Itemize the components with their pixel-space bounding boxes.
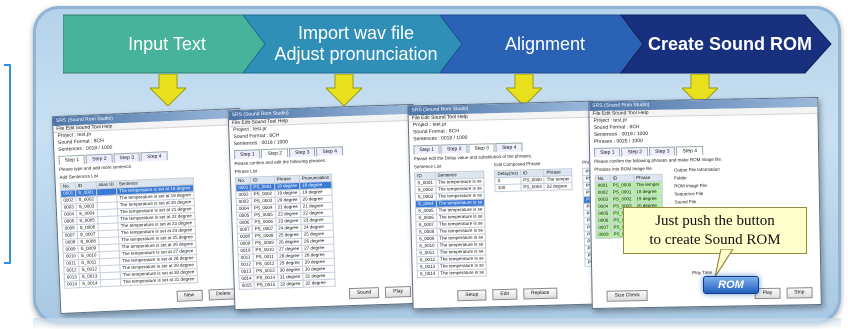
- table-cell: S_0001: [414, 179, 436, 187]
- table-cell: PS_0015: [254, 281, 278, 289]
- setup-button[interactable]: Setup: [457, 289, 487, 302]
- tab-step4[interactable]: Step 4: [495, 142, 523, 153]
- tab-step4[interactable]: Step 4: [140, 151, 168, 162]
- table-cell: PS_0000: [610, 181, 634, 190]
- left-bracket-marker: [4, 64, 11, 264]
- table-cell: S_0006: [415, 214, 437, 222]
- table-cell: 22 degree: [544, 182, 573, 191]
- table-cell: S_0004: [415, 200, 437, 208]
- table-cell: S_0005: [415, 207, 437, 215]
- new-button[interactable]: New: [176, 289, 203, 302]
- down-arrow-icon: [326, 74, 362, 106]
- tab-step1[interactable]: Step 1: [594, 147, 621, 157]
- column-header[interactable]: Delay(ms): [494, 170, 521, 178]
- stage-label-input-text: Input Text: [128, 33, 206, 54]
- table-cell: S_0003: [415, 193, 436, 201]
- table-cell: S_0002: [414, 186, 436, 194]
- window-step2: SRS (Sound Rom Studio) File Edit Sound T…: [227, 103, 421, 311]
- table-cell: S_0008: [416, 228, 437, 236]
- stop-button[interactable]: Stop: [786, 287, 813, 299]
- sentence-table: ID Sentence S_0001 The temperature is se S…: [414, 170, 487, 278]
- frame-reflection: [33, 318, 841, 329]
- table-cell: 0008: [595, 231, 612, 239]
- phrase-table: No. ID Phrase Pronunciation 0001 PS_0001 1…: [235, 174, 336, 290]
- replace-button[interactable]: Replace: [522, 287, 558, 300]
- table-cell: S_0014: [417, 270, 438, 278]
- table-cell: 32 degree: [302, 279, 336, 288]
- table-cell: 100: [495, 184, 521, 192]
- sound-button[interactable]: Sound: [348, 287, 380, 300]
- callout-line-1: Just push the button: [655, 212, 775, 229]
- table-cell: The temperature is se: [437, 268, 487, 278]
- output-info-item: Sound File: [674, 199, 697, 205]
- stage-label-import-wav: Import wav file Adjust pronunciation: [274, 23, 438, 64]
- stage-label-create-rom: Create Sound ROM: [647, 33, 812, 54]
- tab-step1[interactable]: Step 1: [58, 154, 86, 165]
- table-cell: S_0009: [416, 235, 437, 243]
- table-row[interactable]: S_0014 The temperature is se: [417, 268, 487, 278]
- tab-step2[interactable]: Step 2: [621, 146, 649, 157]
- table-cell: S_0012: [416, 256, 438, 264]
- table-cell: PS_0000: [520, 176, 545, 185]
- down-arrow-icon: [150, 74, 186, 106]
- sentence-table: No. ID Alias ID Sentence 0001 S_0001 The t…: [60, 177, 198, 289]
- play-button[interactable]: Play: [385, 286, 412, 298]
- table-cell: PS_0001: [610, 188, 634, 197]
- size-check-button[interactable]: Size Check: [606, 290, 648, 302]
- table-cell: S_0011: [416, 249, 438, 257]
- table-cell: 32 degree: [277, 280, 304, 289]
- table-row[interactable]: 100 PS_0004 22 degree: [495, 182, 573, 192]
- list-title: Sentence List: [413, 163, 442, 170]
- composed-table: Delay(ms) ID Phrase 0 PS_0000 The temper 10…: [494, 168, 573, 192]
- tab-step1[interactable]: Step 1: [413, 144, 441, 155]
- table-cell: PS_0002: [610, 195, 635, 204]
- table-cell: S_0013: [417, 263, 438, 271]
- output-title: Output File Information: [673, 166, 720, 173]
- tab-step3[interactable]: Step 3: [648, 146, 676, 156]
- table-cell: 0015: [239, 281, 255, 290]
- tab-step3[interactable]: Step 3: [288, 147, 316, 158]
- table-cell: S_0007: [415, 221, 437, 229]
- tab-step3[interactable]: Step 3: [468, 143, 496, 153]
- composed-title: Edit Composed Phrase: [494, 161, 541, 168]
- tab-step3[interactable]: Step 3: [113, 152, 141, 163]
- window-step3: SRS (Sound Rom Studio) File Edit Sound T…: [407, 100, 599, 310]
- window-step1: SRS (Sound Rom Studio) File Edit Sound T…: [51, 107, 249, 315]
- stage-label-alignment: Alignment: [504, 33, 586, 54]
- list-title: Phrases into ROM Image file: [594, 165, 652, 172]
- table-cell: S_0014: [79, 279, 101, 288]
- edit-button[interactable]: Edit: [492, 288, 518, 301]
- table-cell: S_0010: [416, 242, 438, 250]
- create-rom-button[interactable]: ROM: [703, 276, 759, 294]
- callout-note: Just push the button to create Sound ROM: [623, 207, 807, 254]
- table-cell: [99, 278, 121, 287]
- callout-line-2: to create Sound ROM: [649, 231, 781, 248]
- table-cell: The temper: [633, 181, 662, 189]
- tab-step2[interactable]: Step 2: [85, 153, 113, 164]
- tab-step1[interactable]: Step 1: [233, 149, 261, 160]
- tab-step2[interactable]: Step 2: [440, 143, 468, 154]
- table-cell: The temper: [544, 175, 573, 184]
- tab-step2[interactable]: Step 2: [261, 148, 289, 159]
- tab-step4[interactable]: Step 4: [316, 146, 344, 157]
- table-cell: 0014: [64, 280, 80, 289]
- callout-pointer-icon: [714, 249, 734, 277]
- table-cell: PS_0004: [520, 183, 545, 192]
- tab-step4[interactable]: Step 4: [676, 146, 704, 156]
- slide: Input Text Import wav file Adjust pronun…: [0, 0, 848, 329]
